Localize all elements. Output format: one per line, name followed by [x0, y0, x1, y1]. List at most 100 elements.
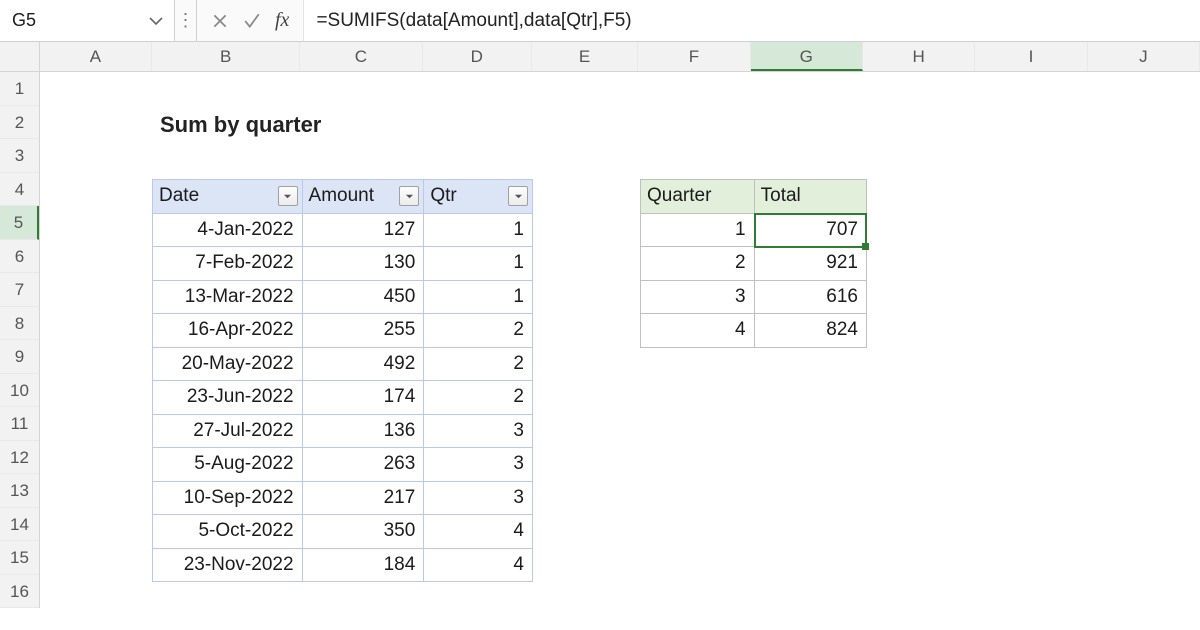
cell-date[interactable]: 16-Apr-2022: [153, 314, 303, 348]
row-header-13[interactable]: 13: [0, 474, 39, 508]
cell-date[interactable]: 20-May-2022: [153, 347, 303, 381]
table-row[interactable]: 4-Jan-20221271: [153, 213, 533, 247]
cell-qtr[interactable]: 4: [424, 548, 533, 582]
resize-handle-icon[interactable]: ⋮: [175, 0, 197, 41]
row-header-1[interactable]: 1: [0, 72, 39, 106]
cell-qtr[interactable]: 2: [424, 381, 533, 415]
summary-header-total[interactable]: Total: [754, 180, 866, 214]
cell-qtr[interactable]: 4: [424, 515, 533, 549]
cell-qtr[interactable]: 1: [424, 213, 533, 247]
column-header-G[interactable]: G: [751, 42, 863, 71]
cell-date[interactable]: 13-Mar-2022: [153, 280, 303, 314]
filter-button[interactable]: [278, 186, 298, 206]
cell-qtr[interactable]: 3: [424, 448, 533, 482]
cell-amount[interactable]: 136: [302, 414, 424, 448]
filter-button[interactable]: [508, 186, 528, 206]
table-row[interactable]: 3616: [641, 280, 867, 314]
table-row[interactable]: 1707: [641, 213, 867, 247]
cell-quarter[interactable]: 1: [641, 213, 755, 247]
cell-date[interactable]: 4-Jan-2022: [153, 213, 303, 247]
row-header-3[interactable]: 3: [0, 139, 39, 173]
cell-quarter[interactable]: 3: [641, 280, 755, 314]
row-header-8[interactable]: 8: [0, 307, 39, 341]
table-row[interactable]: 5-Aug-20222633: [153, 448, 533, 482]
row-headers: 12345678910111213141516: [0, 72, 40, 608]
table-row[interactable]: 16-Apr-20222552: [153, 314, 533, 348]
row-header-5[interactable]: 5: [0, 206, 39, 240]
select-all-corner[interactable]: [0, 42, 40, 71]
cell-total[interactable]: 824: [754, 314, 866, 348]
cell-date[interactable]: 10-Sep-2022: [153, 481, 303, 515]
cell-amount[interactable]: 492: [302, 347, 424, 381]
cell-amount[interactable]: 174: [302, 381, 424, 415]
table-row[interactable]: 10-Sep-20222173: [153, 481, 533, 515]
column-header-E[interactable]: E: [532, 42, 638, 71]
row-header-6[interactable]: 6: [0, 240, 39, 274]
column-header-I[interactable]: I: [975, 42, 1087, 71]
cell-amount[interactable]: 127: [302, 213, 424, 247]
column-header-A[interactable]: A: [40, 42, 152, 71]
cell-amount[interactable]: 263: [302, 448, 424, 482]
table-row[interactable]: 20-May-20224922: [153, 347, 533, 381]
row-header-12[interactable]: 12: [0, 441, 39, 475]
column-header-B[interactable]: B: [152, 42, 300, 71]
fx-icon[interactable]: fx: [275, 9, 289, 32]
table-row[interactable]: 5-Oct-20223504: [153, 515, 533, 549]
table-row[interactable]: 23-Jun-20221742: [153, 381, 533, 415]
cell-date[interactable]: 5-Oct-2022: [153, 515, 303, 549]
column-header-H[interactable]: H: [863, 42, 975, 71]
column-header-F[interactable]: F: [638, 42, 750, 71]
summary-header-quarter[interactable]: Quarter: [641, 180, 755, 214]
cell-qtr[interactable]: 1: [424, 247, 533, 281]
cell-qtr[interactable]: 2: [424, 314, 533, 348]
cell-qtr[interactable]: 3: [424, 481, 533, 515]
cell-amount[interactable]: 217: [302, 481, 424, 515]
column-header-J[interactable]: J: [1088, 42, 1200, 71]
cell-quarter[interactable]: 2: [641, 247, 755, 281]
table-row[interactable]: 2921: [641, 247, 867, 281]
cell-amount[interactable]: 350: [302, 515, 424, 549]
cancel-icon[interactable]: [211, 12, 229, 30]
table-row[interactable]: 27-Jul-20221363: [153, 414, 533, 448]
row-header-7[interactable]: 7: [0, 273, 39, 307]
cell-date[interactable]: 23-Jun-2022: [153, 381, 303, 415]
name-box[interactable]: G5: [0, 0, 175, 41]
cell-total[interactable]: 707: [754, 213, 866, 247]
cell-amount[interactable]: 450: [302, 280, 424, 314]
cell-qtr[interactable]: 3: [424, 414, 533, 448]
cell-amount[interactable]: 184: [302, 548, 424, 582]
confirm-icon[interactable]: [243, 12, 261, 30]
data-table-header-amount[interactable]: Amount: [302, 180, 424, 214]
row-header-9[interactable]: 9: [0, 340, 39, 374]
cell-total[interactable]: 616: [754, 280, 866, 314]
data-table-header-date[interactable]: Date: [153, 180, 303, 214]
cell-date[interactable]: 27-Jul-2022: [153, 414, 303, 448]
table-row[interactable]: 7-Feb-20221301: [153, 247, 533, 281]
cell-date[interactable]: 5-Aug-2022: [153, 448, 303, 482]
row-header-11[interactable]: 11: [0, 407, 39, 441]
formula-input[interactable]: =SUMIFS(data[Amount],data[Qtr],F5): [303, 0, 1200, 41]
column-header-C[interactable]: C: [300, 42, 422, 71]
chevron-down-icon: [148, 13, 164, 29]
row-header-16[interactable]: 16: [0, 575, 39, 609]
data-table-header-qtr[interactable]: Qtr: [424, 180, 533, 214]
column-header-D[interactable]: D: [423, 42, 532, 71]
table-row[interactable]: 23-Nov-20221844: [153, 548, 533, 582]
cell-quarter[interactable]: 4: [641, 314, 755, 348]
cell-total[interactable]: 921: [754, 247, 866, 281]
cell-date[interactable]: 23-Nov-2022: [153, 548, 303, 582]
row-header-2[interactable]: 2: [0, 106, 39, 140]
cell-amount[interactable]: 130: [302, 247, 424, 281]
filter-button[interactable]: [399, 186, 419, 206]
row-header-15[interactable]: 15: [0, 541, 39, 575]
chevron-down-icon: [514, 192, 523, 201]
row-header-4[interactable]: 4: [0, 173, 39, 207]
cell-date[interactable]: 7-Feb-2022: [153, 247, 303, 281]
row-header-10[interactable]: 10: [0, 374, 39, 408]
table-row[interactable]: 13-Mar-20224501: [153, 280, 533, 314]
table-row[interactable]: 4824: [641, 314, 867, 348]
cell-amount[interactable]: 255: [302, 314, 424, 348]
row-header-14[interactable]: 14: [0, 508, 39, 542]
cell-qtr[interactable]: 1: [424, 280, 533, 314]
cell-qtr[interactable]: 2: [424, 347, 533, 381]
